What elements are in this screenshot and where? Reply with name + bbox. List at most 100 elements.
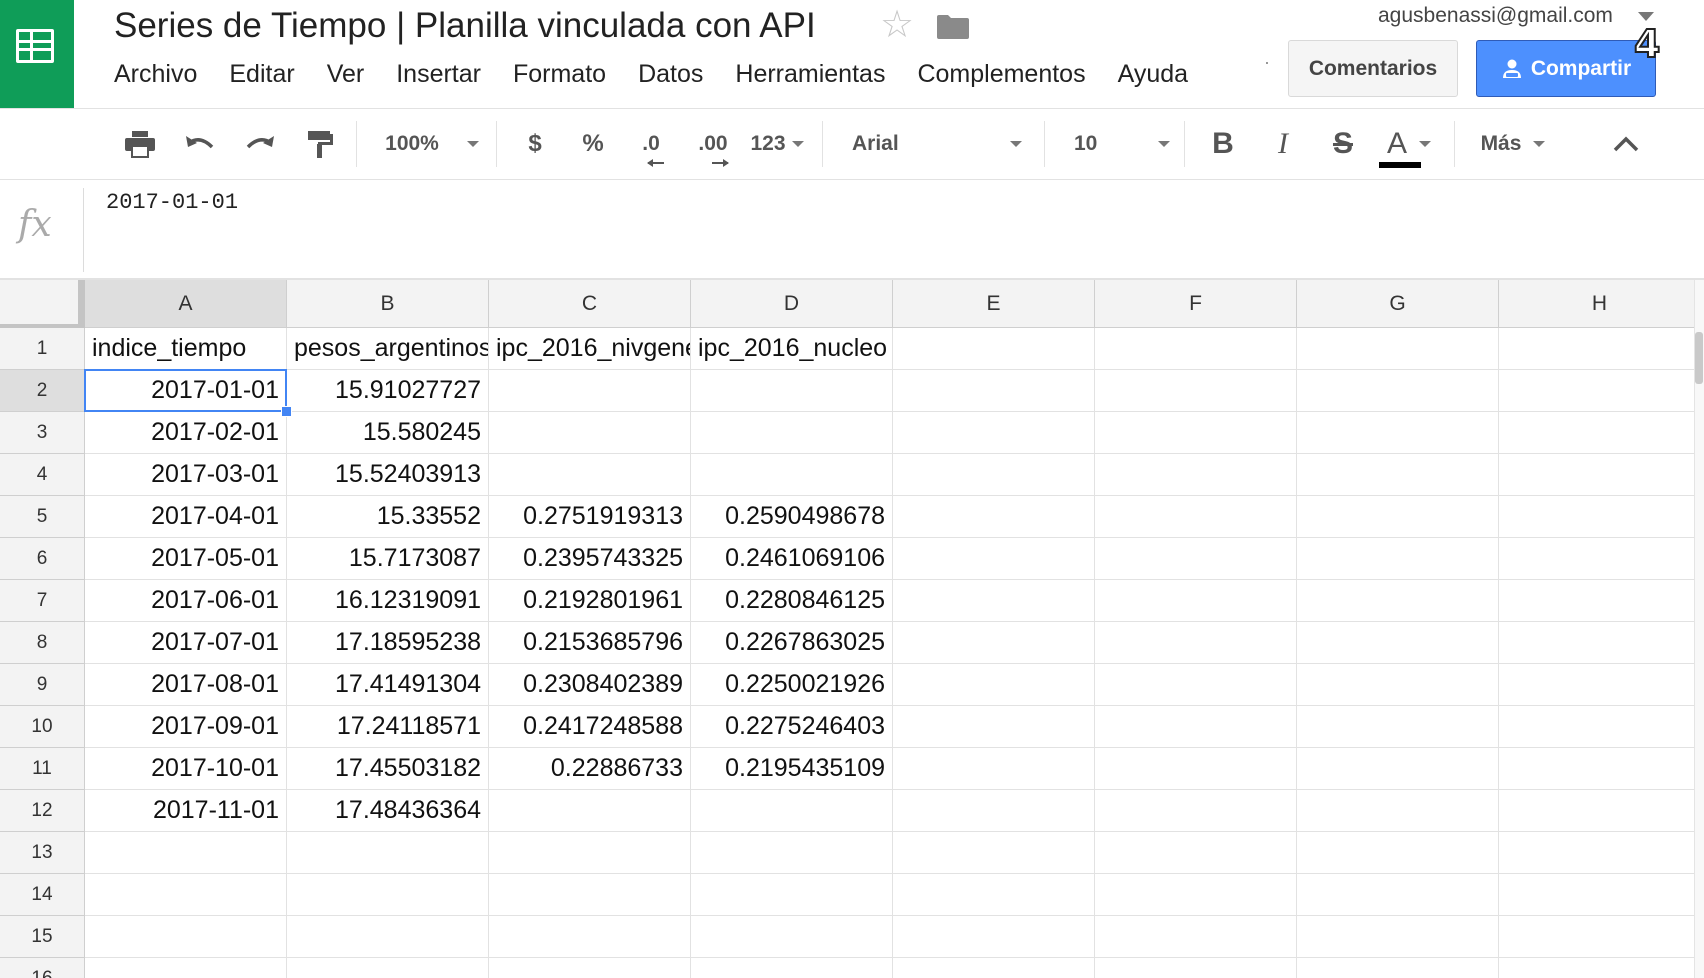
column-header-2[interactable]: C [489, 280, 691, 328]
cell[interactable] [1297, 748, 1499, 790]
cell[interactable] [893, 622, 1095, 664]
cell[interactable]: 0.2195435109 [691, 748, 893, 790]
cell[interactable]: 0.2590498678 [691, 496, 893, 538]
cell[interactable] [1499, 664, 1694, 706]
formula-input[interactable]: 2017-01-01 [106, 190, 238, 215]
cell[interactable]: 0.2250021926 [691, 664, 893, 706]
column-header-4[interactable]: E [893, 280, 1095, 328]
cell[interactable] [1297, 538, 1499, 580]
column-header-7[interactable]: H [1499, 280, 1694, 328]
cell[interactable]: 0.2751919313 [489, 496, 691, 538]
cell[interactable] [1297, 790, 1499, 832]
cell[interactable]: 15.91027727 [287, 370, 489, 412]
cell[interactable] [893, 916, 1095, 958]
more-toolbar-button[interactable]: Más [1476, 109, 1550, 179]
menu-herramientas[interactable]: Herramientas [735, 60, 917, 94]
document-title[interactable]: Series de Tiempo | Planilla vinculada co… [114, 6, 816, 46]
menu-complementos[interactable]: Complementos [917, 60, 1117, 94]
cell[interactable]: 17.18595238 [287, 622, 489, 664]
cell[interactable]: 17.45503182 [287, 748, 489, 790]
cell[interactable] [691, 370, 893, 412]
column-header-5[interactable]: F [1095, 280, 1297, 328]
cell[interactable] [1499, 538, 1694, 580]
currency-format-button[interactable]: $ [518, 109, 552, 179]
row-header[interactable]: 15 [0, 916, 85, 958]
cell[interactable] [1095, 538, 1297, 580]
row-header[interactable]: 16 [0, 958, 85, 978]
cell[interactable] [1297, 370, 1499, 412]
cell[interactable]: ipc_2016_nivgeneral [489, 328, 691, 370]
cell[interactable] [1499, 748, 1694, 790]
cell[interactable] [893, 412, 1095, 454]
cell[interactable] [1297, 874, 1499, 916]
cell[interactable] [893, 328, 1095, 370]
cell[interactable]: 2017-07-01 [85, 622, 287, 664]
column-header-3[interactable]: D [691, 280, 893, 328]
row-header[interactable]: 1 [0, 328, 85, 370]
italic-button[interactable]: I [1266, 109, 1300, 179]
cell[interactable] [691, 916, 893, 958]
cell[interactable] [1297, 958, 1499, 978]
cell[interactable] [1095, 454, 1297, 496]
folder-icon[interactable] [936, 14, 970, 40]
cell[interactable] [893, 580, 1095, 622]
cell[interactable]: 2017-05-01 [85, 538, 287, 580]
cell[interactable] [1499, 454, 1694, 496]
row-header[interactable]: 4 [0, 454, 85, 496]
cell[interactable] [489, 790, 691, 832]
menu-formato[interactable]: Formato [513, 60, 638, 94]
menu-datos[interactable]: Datos [638, 60, 735, 94]
cell[interactable]: 0.22886733 [489, 748, 691, 790]
cell[interactable]: 0.2192801961 [489, 580, 691, 622]
cell[interactable] [1095, 958, 1297, 978]
cell[interactable] [1499, 580, 1694, 622]
cell[interactable] [1297, 832, 1499, 874]
cell[interactable]: 15.7173087 [287, 538, 489, 580]
row-header[interactable]: 14 [0, 874, 85, 916]
row-header[interactable]: 7 [0, 580, 85, 622]
row-header[interactable]: 11 [0, 748, 85, 790]
cell[interactable] [1297, 664, 1499, 706]
cell[interactable] [1297, 916, 1499, 958]
row-header[interactable]: 3 [0, 412, 85, 454]
comments-button[interactable]: Comentarios [1288, 40, 1458, 97]
cell[interactable]: 2017-10-01 [85, 748, 287, 790]
cell[interactable] [691, 454, 893, 496]
cell[interactable]: 17.24118571 [287, 706, 489, 748]
menu-insertar[interactable]: Insertar [396, 60, 513, 94]
cell[interactable] [893, 496, 1095, 538]
cell[interactable] [1095, 664, 1297, 706]
cell[interactable] [1499, 370, 1694, 412]
cell[interactable] [1499, 958, 1694, 978]
cell[interactable]: 17.41491304 [287, 664, 489, 706]
cell[interactable] [893, 538, 1095, 580]
cell[interactable] [1297, 580, 1499, 622]
cell[interactable]: 2017-06-01 [85, 580, 287, 622]
cell[interactable]: 2017-09-01 [85, 706, 287, 748]
row-header[interactable]: 2 [0, 370, 85, 412]
menu-archivo[interactable]: Archivo [114, 60, 229, 94]
cell[interactable] [1499, 790, 1694, 832]
font-family-select[interactable]: Arial [852, 109, 1022, 179]
cell[interactable] [1499, 916, 1694, 958]
cell[interactable] [691, 412, 893, 454]
undo-icon[interactable] [178, 109, 222, 179]
cell[interactable] [1095, 706, 1297, 748]
row-header[interactable]: 6 [0, 538, 85, 580]
cell[interactable] [287, 874, 489, 916]
cell[interactable] [1095, 622, 1297, 664]
cell[interactable]: 0.2395743325 [489, 538, 691, 580]
column-header-0[interactable]: A [85, 280, 287, 328]
vertical-scrollbar[interactable] [1694, 280, 1704, 978]
cell[interactable] [1095, 874, 1297, 916]
cell[interactable] [691, 832, 893, 874]
cell[interactable] [893, 874, 1095, 916]
cell[interactable] [1095, 496, 1297, 538]
cell[interactable] [489, 412, 691, 454]
cell[interactable] [1095, 790, 1297, 832]
cell[interactable] [1297, 496, 1499, 538]
cell[interactable] [893, 454, 1095, 496]
cell[interactable] [893, 706, 1095, 748]
percent-format-button[interactable]: % [576, 109, 610, 179]
cell[interactable] [85, 832, 287, 874]
